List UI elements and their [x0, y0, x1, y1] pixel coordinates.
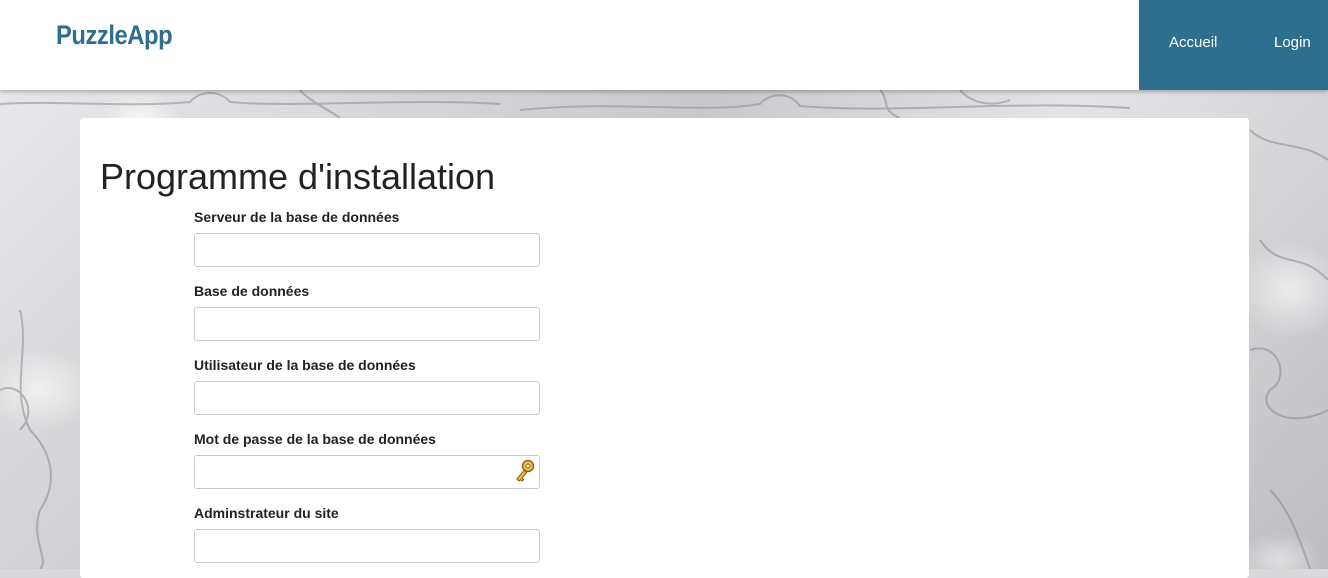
site-admin-group: Adminstrateur du site — [194, 505, 540, 563]
db-user-input[interactable] — [194, 381, 540, 415]
db-server-input[interactable] — [194, 233, 540, 267]
site-admin-input[interactable] — [194, 529, 540, 563]
top-navbar: PuzzleApp Accueil Login — [0, 0, 1328, 90]
db-password-group: Mot de passe de la base de données — [194, 431, 540, 489]
nav-link-accueil[interactable]: Accueil — [1169, 34, 1217, 51]
nav-link-login[interactable]: Login — [1274, 34, 1311, 51]
db-name-group: Base de données — [194, 283, 540, 341]
db-name-label: Base de données — [194, 283, 310, 299]
db-user-label: Utilisateur de la base de données — [194, 357, 416, 373]
page-title: Programme d'installation — [100, 156, 496, 197]
brand-logo[interactable]: PuzzleApp — [56, 20, 173, 51]
db-password-label: Mot de passe de la base de données — [194, 431, 436, 447]
key-icon[interactable] — [513, 458, 537, 486]
db-password-input[interactable] — [194, 455, 540, 489]
main-nav: Accueil Login — [1139, 0, 1328, 90]
db-server-label: Serveur de la base de données — [194, 209, 400, 225]
site-admin-label: Adminstrateur du site — [194, 505, 339, 521]
db-server-group: Serveur de la base de données — [194, 209, 540, 267]
db-user-group: Utilisateur de la base de données — [194, 357, 540, 415]
install-panel: Programme d'installation Serveur de la b… — [80, 118, 1249, 578]
db-name-input[interactable] — [194, 307, 540, 341]
